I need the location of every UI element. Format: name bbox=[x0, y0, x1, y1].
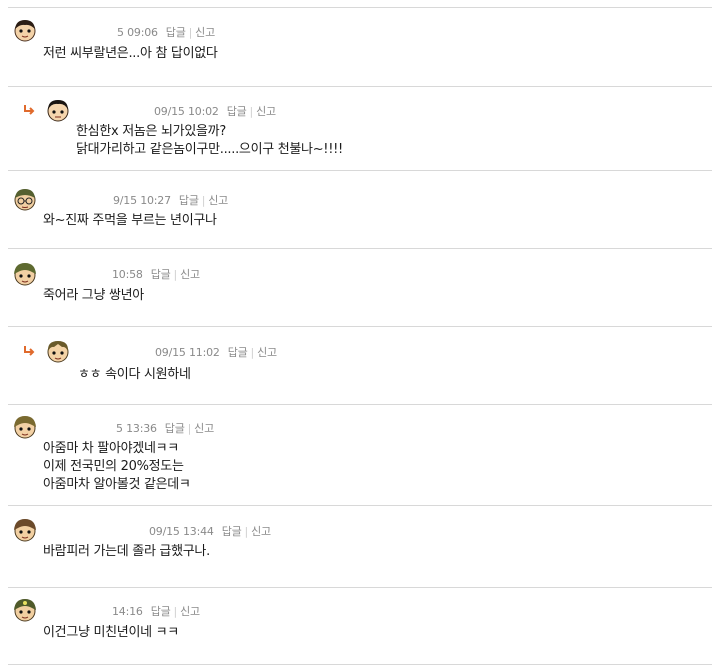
reply-link[interactable]: 답글 bbox=[227, 105, 247, 118]
reply-arrow-icon bbox=[24, 346, 35, 356]
avatar-icon[interactable] bbox=[45, 97, 71, 123]
avatar-icon[interactable] bbox=[12, 597, 38, 623]
comment-meta: 9/15 10:27 답글 | 신고 bbox=[113, 194, 229, 207]
comment-line: 아줌마 차 팔아야겠네ㅋㅋ bbox=[43, 441, 179, 456]
divider bbox=[8, 326, 712, 327]
report-link[interactable]: 신고 bbox=[195, 26, 215, 39]
comment-line: 한심한x 저놈은 뇌가있을까? bbox=[76, 124, 226, 139]
reply-link[interactable]: 답글 bbox=[165, 422, 185, 435]
comment-line: 이건그냥 미친년이네 ㅋㅋ bbox=[43, 625, 179, 640]
comment-time: 9/15 10:27 bbox=[113, 194, 171, 207]
comment-text: 한심한x 저놈은 뇌가있을까? 닭대가리하고 같은놈이구만.....으이구 천불… bbox=[76, 123, 343, 159]
comment-meta: 09/15 11:02 답글 | 신고 bbox=[155, 346, 277, 359]
comment-line: 아줌마차 알아볼것 같은데ㅋ bbox=[43, 477, 191, 492]
report-link[interactable]: 신고 bbox=[251, 525, 271, 538]
comment-time: 5 13:36 bbox=[116, 422, 157, 435]
report-link[interactable]: 신고 bbox=[208, 194, 228, 207]
comment-text: ㅎㅎ 속이다 시원하네 bbox=[78, 366, 191, 384]
comment-line: 바람피러 가는데 졸라 급했구나. bbox=[43, 544, 210, 559]
comment-text: 아줌마 차 팔아야겠네ㅋㅋ 이제 전국민의 20%정도는 아줌마차 알아볼것 같… bbox=[43, 440, 191, 494]
comment-time: 09/15 10:02 bbox=[154, 105, 219, 118]
comment-text: 와~진짜 주먹을 부르는 년이구나 bbox=[43, 212, 217, 230]
reply-link[interactable]: 답글 bbox=[228, 346, 248, 359]
comment-line: 닭대가리하고 같은놈이구만.....으이구 천불나~!!!! bbox=[76, 142, 343, 157]
reply-link[interactable]: 답글 bbox=[166, 26, 186, 39]
comment-meta: 14:16 답글 | 신고 bbox=[112, 605, 200, 618]
divider bbox=[8, 170, 712, 171]
divider bbox=[8, 404, 712, 405]
comment-text: 저런 씨부랄년은...아 참 답이없다 bbox=[43, 45, 218, 63]
comment-line: 이제 전국민의 20%정도는 bbox=[43, 459, 184, 474]
reply-link[interactable]: 답글 bbox=[222, 525, 242, 538]
report-link[interactable]: 신고 bbox=[194, 422, 214, 435]
comment-meta: 09/15 10:02 답글 | 신고 bbox=[154, 105, 276, 118]
comment-time: 5 09:06 bbox=[117, 26, 158, 39]
comment-meta: 09/15 13:44 답글 | 신고 bbox=[149, 525, 271, 538]
divider bbox=[8, 7, 712, 8]
comment-text: 죽어라 그냥 쌍년아 bbox=[43, 287, 144, 305]
reply-arrow-icon bbox=[24, 105, 35, 115]
comment-meta: 10:58 답글 | 신고 bbox=[112, 268, 200, 281]
divider bbox=[8, 505, 712, 506]
reply-link[interactable]: 답글 bbox=[151, 605, 171, 618]
comment-list: 5 09:06 답글 | 신고 저런 씨부랄년은...아 참 답이없다 09/15 1… bbox=[0, 0, 720, 668]
comment-time: 14:16 bbox=[112, 605, 143, 618]
comment-time: 09/15 11:02 bbox=[155, 346, 220, 359]
comment-time: 10:58 bbox=[112, 268, 143, 281]
comment-line: 저런 씨부랄년은...아 참 답이없다 bbox=[43, 46, 218, 61]
comment-line: ㅎㅎ 속이다 시원하네 bbox=[78, 367, 191, 382]
comment-time: 09/15 13:44 bbox=[149, 525, 214, 538]
avatar-icon[interactable] bbox=[45, 338, 71, 364]
avatar-icon[interactable] bbox=[12, 186, 38, 212]
reply-link[interactable]: 답글 bbox=[151, 268, 171, 281]
comment-meta: 5 09:06 답글 | 신고 bbox=[117, 26, 215, 39]
avatar-icon[interactable] bbox=[12, 261, 38, 287]
divider bbox=[8, 86, 712, 87]
comment-text: 이건그냥 미친년이네 ㅋㅋ bbox=[43, 624, 179, 642]
report-link[interactable]: 신고 bbox=[257, 346, 277, 359]
comment-text: 바람피러 가는데 졸라 급했구나. bbox=[43, 543, 210, 561]
comment-line: 죽어라 그냥 쌍년아 bbox=[43, 288, 144, 303]
reply-link[interactable]: 답글 bbox=[179, 194, 199, 207]
comment-line: 와~진짜 주먹을 부르는 년이구나 bbox=[43, 213, 217, 228]
comment-meta: 5 13:36 답글 | 신고 bbox=[116, 422, 214, 435]
divider bbox=[8, 248, 712, 249]
avatar-icon[interactable] bbox=[12, 17, 38, 43]
divider bbox=[8, 664, 712, 665]
avatar-icon[interactable] bbox=[12, 517, 38, 543]
divider bbox=[8, 587, 712, 588]
report-link[interactable]: 신고 bbox=[256, 105, 276, 118]
report-link[interactable]: 신고 bbox=[180, 268, 200, 281]
avatar-icon[interactable] bbox=[12, 414, 38, 440]
report-link[interactable]: 신고 bbox=[180, 605, 200, 618]
